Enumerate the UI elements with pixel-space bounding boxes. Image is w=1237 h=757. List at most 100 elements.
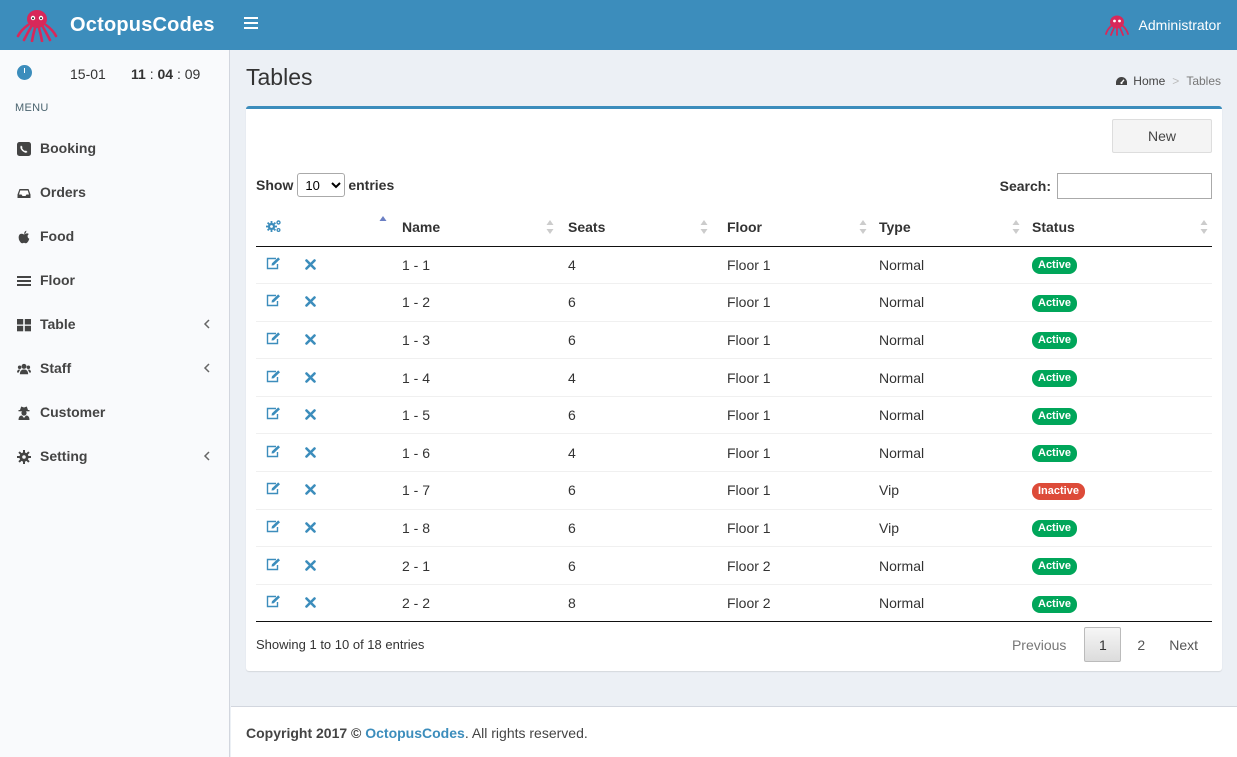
status-badge: Active (1032, 445, 1078, 463)
sidebar-item-food[interactable]: Food (0, 215, 229, 259)
breadcrumb-home[interactable]: Home (1115, 74, 1165, 88)
edit-button[interactable] (266, 369, 281, 386)
edit-button[interactable] (266, 445, 281, 461)
edit-button[interactable] (266, 595, 281, 611)
cell-status: Active (1024, 395, 1212, 434)
cell-type: Normal (871, 546, 1024, 585)
edit-cell (256, 395, 296, 434)
column-header-label: Status (1032, 219, 1075, 236)
table-row: 2 - 2 8 Floor 2 Normal Active (256, 583, 1212, 623)
table-row: 2 - 1 6 Floor 2 Normal Active (256, 546, 1212, 585)
chevron-left-icon (203, 319, 210, 329)
cell-name: 1 - 6 (391, 433, 558, 472)
page-button-1[interactable]: 1 (1084, 627, 1122, 662)
column-header-seats[interactable]: Seats (558, 209, 712, 247)
sidebar-item-staff[interactable]: Staff (0, 347, 229, 391)
user-secret-icon (18, 406, 30, 420)
page-title: Tables (246, 64, 313, 90)
cell-seats: 6 (558, 320, 712, 359)
search-label: Search: (999, 178, 1051, 194)
previous-page-button[interactable]: Previous (1000, 627, 1078, 662)
table-row: 1 - 3 6 Floor 1 Normal Active (256, 320, 1212, 359)
sidebar-item-orders[interactable]: Orders (0, 171, 229, 215)
cell-floor: Floor 1 (712, 508, 871, 547)
new-button[interactable]: New (1112, 119, 1212, 153)
delete-icon (305, 258, 316, 270)
page-length-select[interactable]: 10 (297, 173, 346, 197)
search-control: Search: (1000, 173, 1212, 199)
actions-header (256, 209, 296, 247)
column-header-label: Seats (568, 219, 606, 236)
edit-button[interactable] (266, 332, 281, 348)
cell-seats: 6 (558, 471, 712, 510)
brand-logo[interactable]: OctopusCodes (0, 0, 230, 50)
cell-type: Normal (879, 256, 925, 273)
delete-button[interactable] (305, 332, 316, 348)
delete-button[interactable] (305, 482, 316, 498)
sidebar-item-label: Orders (40, 184, 86, 200)
edit-cell (256, 283, 296, 322)
edit-button[interactable] (266, 557, 281, 574)
delete-button[interactable] (305, 520, 316, 536)
delete-button[interactable] (305, 294, 316, 310)
sidebar-item-booking[interactable]: Booking (0, 127, 229, 171)
next-page-button[interactable]: Next (1157, 627, 1212, 662)
edit-button[interactable] (266, 520, 281, 536)
column-header-type[interactable]: Type (871, 209, 1024, 247)
delete-icon (305, 371, 316, 383)
cell-floor: Floor 2 (712, 583, 871, 623)
delete-cell (296, 395, 391, 434)
cell-name: 1 - 2 (391, 283, 558, 322)
table-header-row: Name Seats Floor Type Status (256, 209, 1212, 247)
clock-seconds: 09 (184, 66, 201, 82)
sidebar-item-label: Customer (40, 404, 106, 420)
delete-button[interactable] (305, 595, 316, 611)
cell-type: Normal (871, 358, 1024, 397)
sort-both-icon (546, 220, 554, 234)
edit-icon (266, 369, 280, 382)
column-header-label: Type (879, 219, 911, 236)
sidebar-item-customer[interactable]: Customer (0, 391, 229, 435)
inbox-icon (17, 189, 31, 198)
entries-label: entries (348, 177, 395, 193)
edit-cell (256, 358, 296, 397)
edit-button[interactable] (266, 482, 281, 498)
user-menu[interactable]: Administrator (1104, 0, 1221, 50)
edit-button[interactable] (266, 294, 281, 310)
delete-button[interactable] (305, 257, 316, 273)
delete-button[interactable] (305, 407, 316, 423)
delete-button[interactable] (305, 445, 316, 461)
edit-button[interactable] (266, 257, 281, 273)
sort-both-icon (1012, 220, 1020, 234)
edit-icon (266, 257, 280, 269)
breadcrumb-current: Tables (1186, 74, 1221, 88)
page-button-2[interactable]: 2 (1125, 627, 1157, 662)
delete-icon (305, 597, 316, 608)
sidebar-item-setting[interactable]: Setting (0, 435, 229, 479)
cell-seats: 6 (558, 283, 712, 322)
search-input[interactable] (1057, 173, 1212, 199)
column-header-blank[interactable] (296, 209, 391, 247)
edit-cell (256, 546, 296, 585)
edit-cell (256, 583, 296, 623)
edit-icon (266, 294, 280, 307)
sidebar-item-floor[interactable]: Floor (0, 259, 229, 303)
edit-cell (256, 320, 296, 359)
sidebar-item-table[interactable]: Table (0, 303, 229, 347)
edit-icon (266, 407, 280, 420)
delete-button[interactable] (305, 370, 316, 386)
delete-button[interactable] (305, 558, 316, 574)
brand-name: OctopusCodes (70, 13, 215, 36)
cell-seats: 8 (558, 583, 712, 623)
column-header-status[interactable]: Status (1024, 209, 1212, 247)
column-header-floor[interactable]: Floor (712, 209, 871, 247)
table-body: 1 - 1 4 Floor 1 Normal Active 1 - 2 6 Floor 1 No… (256, 246, 1212, 623)
sidebar-toggle-hamburger-icon[interactable] (244, 17, 258, 33)
column-header-name[interactable]: Name (391, 209, 558, 247)
cell-name: 2 - 2 (391, 583, 558, 623)
edit-button[interactable] (266, 407, 281, 423)
breadcrumb: Home > Tables (1115, 74, 1221, 88)
delete-icon (305, 334, 316, 345)
footer-brand-link[interactable]: OctopusCodes (365, 725, 465, 741)
cell-floor: Floor 1 (712, 395, 871, 434)
